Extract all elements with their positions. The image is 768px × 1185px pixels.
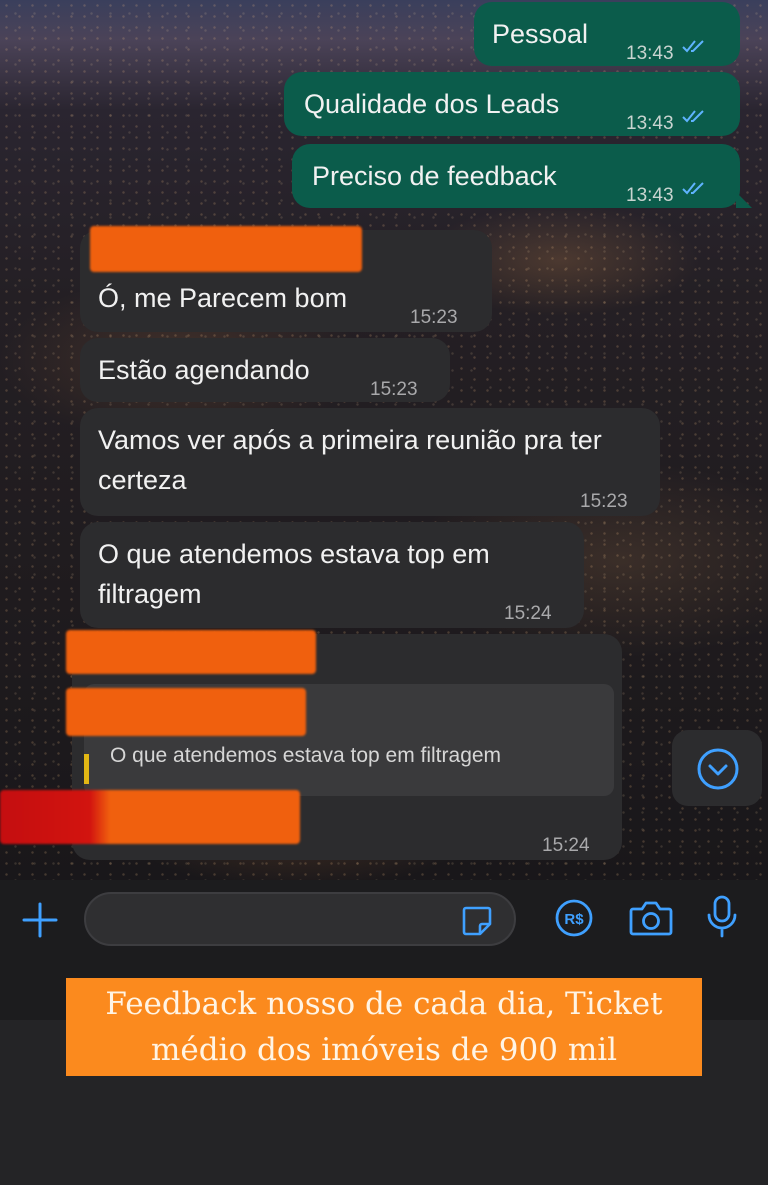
message-time: 13:43 (626, 185, 674, 206)
message-time: 13:43 (626, 43, 674, 64)
payment-icon[interactable]: R$ (554, 898, 594, 938)
scroll-to-bottom-button[interactable] (672, 730, 762, 806)
message-time: 13:43 (626, 113, 674, 134)
message-text: Estão agendando (98, 355, 310, 385)
camera-icon[interactable] (628, 898, 674, 938)
read-receipt-icon (682, 182, 704, 195)
message-text: O que atendemos estava top em filtragem (98, 539, 490, 609)
chevron-down-icon (697, 748, 739, 790)
redacted-reply-text (0, 790, 300, 844)
redacted-sender-name (90, 226, 362, 272)
message-time: 15:23 (580, 491, 628, 512)
message-text: Preciso de feedback (312, 161, 557, 191)
bubble-tail (736, 192, 752, 208)
quoted-text: O que atendemos estava top em filtragem (110, 744, 502, 767)
incoming-message[interactable]: Estão agendando 15:23 (80, 338, 450, 402)
svg-text:R$: R$ (564, 911, 584, 928)
message-input[interactable] (84, 892, 516, 946)
quote-accent-bar (84, 754, 89, 784)
outgoing-message[interactable]: Pessoal 13:43 (474, 2, 740, 66)
message-text: Vamos ver após a primeira reunião pra te… (98, 425, 602, 495)
plus-icon[interactable] (20, 900, 60, 940)
microphone-icon[interactable] (704, 894, 740, 940)
message-time: 15:24 (504, 603, 552, 624)
read-receipt-icon (682, 40, 704, 53)
message-time: 15:24 (542, 835, 590, 856)
outgoing-message[interactable]: Preciso de feedback 13:43 (292, 144, 740, 208)
caption-overlay: Feedback nosso de cada dia, Ticket médio… (66, 978, 702, 1076)
sticker-icon[interactable] (460, 904, 494, 938)
redacted-quote-author (66, 688, 306, 736)
incoming-message[interactable]: Vamos ver após a primeira reunião pra te… (80, 408, 660, 516)
redacted-sender-name (66, 630, 316, 674)
message-text: Ó, me Parecem bom (98, 283, 348, 313)
caption-text: Feedback nosso de cada dia, Ticket médio… (105, 986, 663, 1068)
message-text: Pessoal (492, 19, 589, 49)
message-text: Qualidade dos Leads (304, 89, 560, 119)
outgoing-message[interactable]: Qualidade dos Leads 13:43 (284, 72, 740, 136)
message-time: 15:23 (410, 307, 458, 328)
incoming-message[interactable]: O que atendemos estava top em filtragem … (80, 522, 584, 628)
read-receipt-icon (682, 110, 704, 123)
message-time: 15:23 (370, 379, 418, 400)
